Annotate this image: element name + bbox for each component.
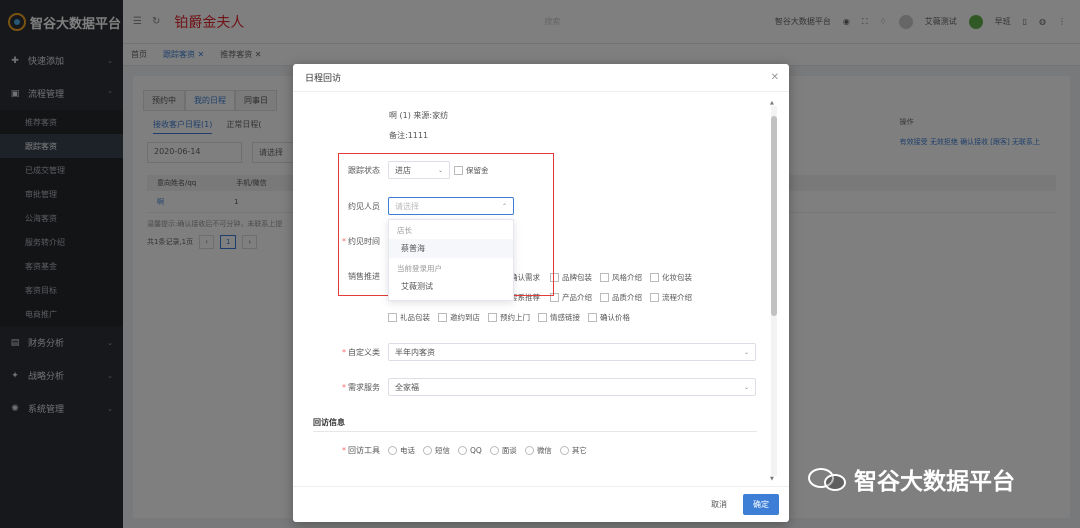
remark-info: 备注:1111 <box>389 131 429 140</box>
dialog-scrollbar[interactable]: ▲ ▼ <box>770 100 777 482</box>
tool-radio[interactable]: 微信 <box>524 445 552 456</box>
chevron-down-icon: ⌄ <box>743 383 749 391</box>
sales-checkbox[interactable]: 品质介绍 <box>600 292 642 303</box>
tool-radio[interactable]: 面谈 <box>489 445 517 456</box>
sales-checkbox[interactable]: 礼品包装 <box>388 312 430 323</box>
chevron-down-icon: ⌄ <box>743 348 749 356</box>
close-icon[interactable]: ✕ <box>771 72 779 83</box>
sales-checkbox[interactable]: 品牌包装 <box>550 272 592 283</box>
dialog-title: 日程回访 <box>293 64 789 92</box>
dropdown-option[interactable]: 艾薇测试 <box>389 277 513 296</box>
tool-radio[interactable]: 电话 <box>388 445 415 456</box>
source-info: 啊 (1) 来源:家纺 <box>389 111 449 120</box>
service-select[interactable]: 全家福 ⌄ <box>388 378 756 396</box>
meet-person-dropdown: 店长 蔡普海 当前登录用户 艾薇测试 <box>388 219 514 301</box>
tool-radio[interactable]: 短信 <box>423 445 450 456</box>
sales-row-3: 礼品包装 邀约到店 预约上门 情感链接 确认价格 <box>388 312 638 323</box>
dropdown-group-label: 店长 <box>397 226 412 235</box>
dropdown-option[interactable]: 蔡普海 <box>389 239 513 258</box>
sales-checkbox[interactable]: 确认价格 <box>588 312 630 323</box>
custom-type-row: * 自定义类 半年内客资 ⌄ <box>320 343 756 361</box>
scroll-up-icon[interactable]: ▲ <box>770 100 774 106</box>
custom-type-select[interactable]: 半年内客资 ⌄ <box>388 343 756 361</box>
confirm-button[interactable]: 确定 <box>743 494 779 515</box>
sales-checkbox[interactable]: 邀约到店 <box>438 312 480 323</box>
cancel-button[interactable]: 取消 <box>711 499 727 510</box>
tool-radio[interactable]: QQ <box>458 446 482 455</box>
scroll-down-icon[interactable]: ▼ <box>770 476 774 482</box>
sales-checkbox[interactable]: 情感链接 <box>538 312 580 323</box>
tool-radio[interactable]: 其它 <box>559 445 587 456</box>
section-divider <box>313 431 757 432</box>
sales-checkbox[interactable]: 预约上门 <box>488 312 530 323</box>
dropdown-group-label: 当前登录用户 <box>397 264 442 273</box>
sales-checkbox[interactable]: 风格介绍 <box>600 272 642 283</box>
sales-checkbox[interactable]: 化妆包装 <box>650 272 692 283</box>
scroll-thumb[interactable] <box>771 116 777 316</box>
tools-row: * 回访工具 电话 短信 QQ 面谈 微信 其它 <box>342 445 587 456</box>
section-title: 回访信息 <box>313 418 345 427</box>
sales-checkbox[interactable]: 产品介绍 <box>550 292 592 303</box>
watermark: 智谷大数据平台 <box>808 462 1015 496</box>
sales-checkbox[interactable]: 流程介绍 <box>650 292 692 303</box>
service-row: * 需求服务 全家福 ⌄ <box>320 378 756 396</box>
wechat-icon <box>808 464 848 494</box>
dialog-footer: 取消 确定 <box>293 486 789 522</box>
